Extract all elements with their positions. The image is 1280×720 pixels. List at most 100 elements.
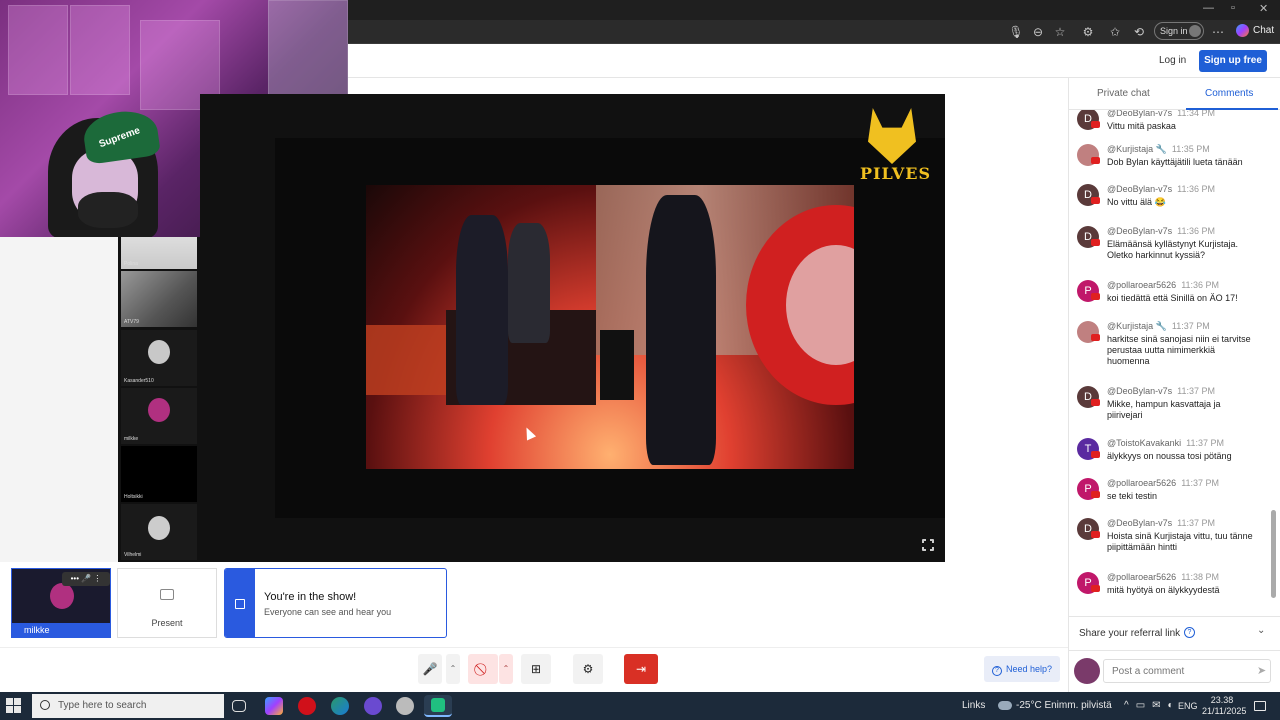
camera-options-button[interactable]: ⌃ — [499, 654, 513, 684]
login-link[interactable]: Log in — [1159, 55, 1186, 66]
comment-header: @pollaroear5626 11:36 PM — [1107, 280, 1219, 290]
taskbar-clock[interactable]: 23.38 21/11/2025 — [1202, 695, 1247, 717]
youtube-icon — [1091, 334, 1100, 341]
leave-studio-button[interactable]: ⇥ — [624, 654, 658, 684]
restore-icon[interactable]: ▫ — [1231, 2, 1235, 14]
participant-name: milkke — [124, 436, 139, 442]
chevron-up-icon: ⌃ — [449, 664, 457, 673]
notifications-icon[interactable] — [1254, 701, 1266, 711]
gear-icon: ⚙ — [582, 662, 594, 676]
info-icon[interactable]: ? — [1184, 627, 1195, 638]
present-button[interactable]: Present — [117, 568, 217, 638]
copilot-app-icon[interactable] — [265, 697, 283, 715]
settings-button[interactable]: ⚙ — [573, 654, 603, 684]
favorites-icon[interactable]: ✩ — [1107, 24, 1123, 40]
participant-name: Holtsikki — [124, 494, 143, 500]
clock-date: 21/11/2025 — [1202, 706, 1247, 716]
comment-message: Mikke, hampun kasvattaja ja piirivejari — [1107, 399, 1221, 420]
close-window-icon[interactable]: ✕ — [1259, 2, 1268, 15]
cap-logo-text: Supreme — [97, 125, 142, 151]
comment-time: 11:38 PM — [1181, 572, 1220, 582]
opera-icon[interactable] — [298, 697, 316, 715]
participant-name: Polina — [124, 261, 138, 267]
youtube-icon — [1091, 531, 1100, 538]
participant-tile[interactable]: Vilhelmi — [121, 504, 197, 560]
on-stage-icon — [235, 599, 245, 609]
comments-list: D @DeoBylan-v7s 11:34 PM Vittu mitä paskaa @… — [1069, 110, 1269, 610]
self-video-tile[interactable]: ••• 🎤 ⋮ milkke — [11, 568, 111, 638]
fullscreen-icon[interactable] — [921, 538, 935, 552]
streaming-app-icon[interactable] — [424, 695, 452, 717]
comments-scrollbar[interactable] — [1271, 510, 1276, 598]
copilot-chat-button[interactable]: Chat — [1236, 22, 1274, 40]
in-show-notice: You're in the show! Everyone can see and… — [224, 568, 447, 638]
comment-message: se teki testin — [1107, 491, 1158, 501]
minimize-icon[interactable]: — — [1203, 2, 1214, 14]
zoom-icon[interactable]: ⊖ — [1030, 24, 1046, 40]
comment-header: @Kurjistaja 🔧 11:35 PM — [1107, 144, 1210, 155]
comment-username: @DeoBylan-v7s — [1107, 518, 1173, 528]
microphone-button[interactable]: 🎤 — [418, 654, 442, 684]
taskbar-search[interactable]: Type here to search — [32, 694, 224, 718]
tab-private-chat[interactable]: Private chat — [1097, 88, 1150, 99]
need-help-label: Need help? — [1006, 664, 1053, 674]
comment-header: @DeoBylan-v7s 11:37 PM — [1107, 518, 1215, 528]
extensions-icon[interactable]: ⚙ — [1080, 24, 1096, 40]
app-icon[interactable] — [396, 697, 414, 715]
weather-widget[interactable]: -25°C Enimm. pilvistä — [998, 700, 1112, 711]
youtube-icon — [1091, 239, 1100, 246]
comment-username: @pollaroear5626 — [1107, 572, 1177, 582]
comment-header: @ToistoKavakanki 11:37 PM — [1107, 438, 1224, 448]
comment-time: 11:36 PM — [1177, 184, 1216, 194]
share-screen-button[interactable]: ⊞ — [521, 654, 551, 684]
post-comment-input[interactable] — [1103, 659, 1271, 683]
camera-off-button[interactable]: ⃠ — [468, 654, 498, 684]
comment-header: @DeoBylan-v7s 11:34 PM — [1107, 110, 1215, 118]
language-indicator[interactable]: ENG — [1178, 701, 1198, 711]
chevron-down-icon[interactable]: ⌄ — [1257, 625, 1265, 636]
participant-tile[interactable]: Holtsikki — [121, 446, 197, 502]
comment-time: 11:37 PM — [1171, 321, 1210, 331]
microphone-icon: 🎤 — [422, 662, 438, 676]
edge-icon[interactable] — [331, 697, 349, 715]
participant-tile[interactable]: Kasander510 — [121, 330, 197, 386]
comment-message: No vittu älä 😂 — [1107, 197, 1166, 207]
task-view-icon[interactable] — [232, 700, 246, 712]
system-tray-icons[interactable]: ^▭✉◐ — [1124, 700, 1181, 711]
history-icon[interactable]: ⟲ — [1131, 24, 1147, 40]
favorite-star-icon[interactable]: ☆ — [1052, 24, 1068, 40]
chat-label: Chat — [1253, 25, 1275, 36]
links-toolbar[interactable]: Links — [962, 700, 985, 711]
comment-header: @Kurjistaja 🔧 11:37 PM — [1107, 321, 1210, 332]
participant-tile[interactable]: milkke — [121, 388, 197, 444]
need-help-button[interactable]: ? Need help? — [984, 656, 1060, 682]
participants-column: Polina ATV79 Kasander510 milkke Holtsikk… — [118, 237, 200, 562]
chevron-up-icon: ⌃ — [502, 664, 510, 673]
referral-section[interactable]: Share your referral link ? ⌄ — [1069, 616, 1280, 650]
microphone-icon[interactable]: 🎙 — [1008, 24, 1024, 40]
youtube-icon — [1091, 121, 1100, 128]
video-frame[interactable] — [366, 185, 854, 469]
comment-time: 11:37 PM — [1186, 438, 1225, 448]
profile-avatar — [1189, 25, 1201, 37]
comment-message: koi tiedättä että Sinillä on ÄO 17! — [1107, 293, 1238, 303]
comment-username: @pollaroear5626 — [1107, 280, 1177, 290]
signup-button[interactable]: Sign up free — [1199, 50, 1267, 72]
comment-time: 11:36 PM — [1177, 226, 1216, 236]
more-menu-icon[interactable]: ⋯ — [1210, 24, 1226, 40]
self-tile-controls[interactable]: ••• 🎤 ⋮ — [62, 572, 110, 586]
send-icon[interactable]: ➤ — [1257, 664, 1266, 677]
site-header — [348, 44, 1280, 78]
comment-username: @DeoBylan-v7s — [1107, 110, 1173, 118]
participant-tile[interactable]: Polina — [121, 237, 197, 269]
participant-name: Kasander510 — [124, 378, 154, 384]
post-comment-area: ➤ — [1069, 650, 1280, 692]
share-screen-icon: ⊞ — [530, 662, 542, 676]
discord-icon[interactable] — [364, 697, 382, 715]
microphone-options-button[interactable]: ⌃ — [446, 654, 460, 684]
participant-name: ATV79 — [124, 319, 139, 325]
tab-comments[interactable]: Comments — [1205, 88, 1253, 99]
participant-tile[interactable]: ATV79 — [121, 271, 197, 327]
windows-start-icon[interactable] — [6, 698, 22, 714]
browser-sign-in-button[interactable]: Sign in — [1154, 22, 1204, 40]
